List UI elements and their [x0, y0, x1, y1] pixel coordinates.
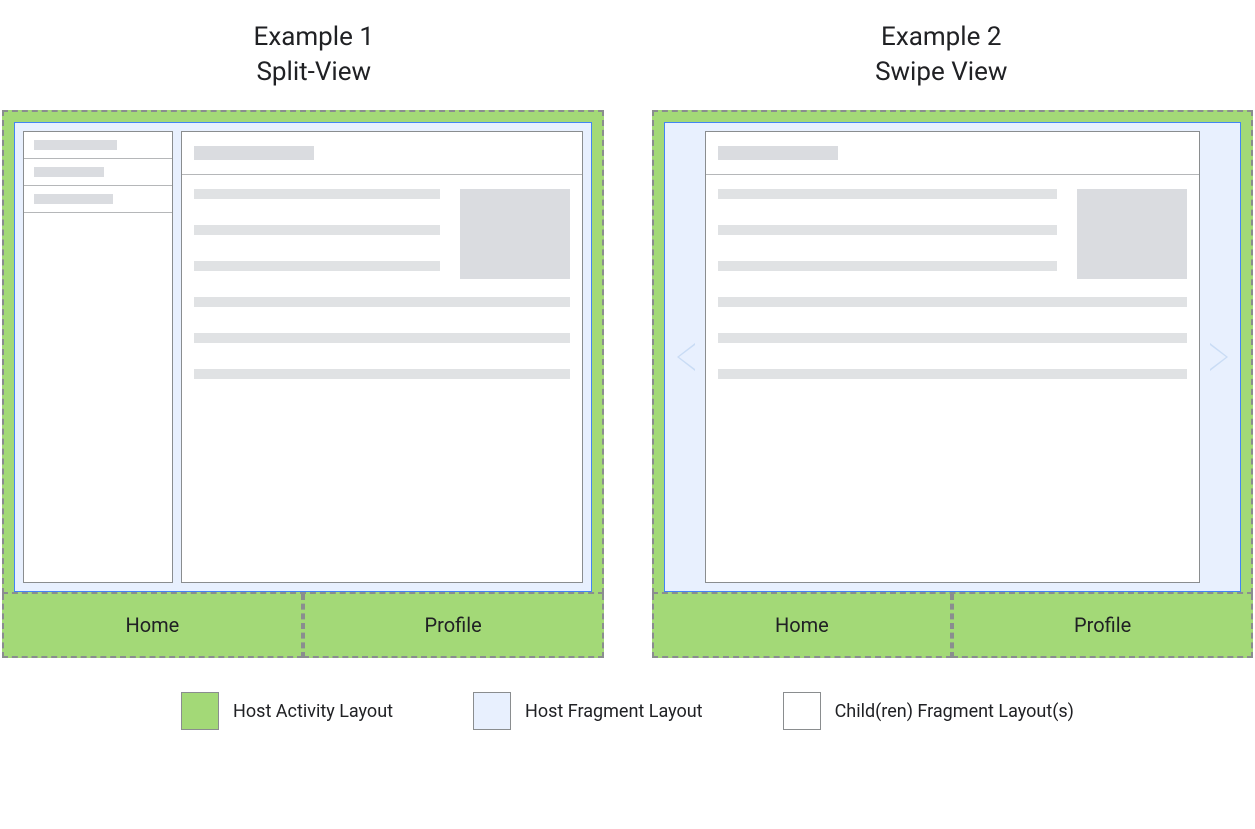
detail-header — [182, 132, 582, 175]
tab-home[interactable]: Home — [2, 594, 303, 658]
placeholder-bar — [34, 140, 117, 150]
host-fragment-layout — [14, 122, 592, 592]
example-1-title: Example 1 Split-View — [0, 20, 628, 90]
example-2-title: Example 2 Swipe View — [628, 20, 1255, 90]
child-fragment-page — [705, 131, 1201, 583]
placeholder-title — [194, 146, 314, 160]
child-fragment-detail — [181, 131, 583, 583]
tab-label: Profile — [425, 613, 482, 637]
placeholder-line — [718, 225, 1058, 235]
swatch-blue — [473, 692, 511, 730]
legend-child-fragment: Child(ren) Fragment Layout(s) — [783, 692, 1074, 730]
thumbnail-placeholder — [1077, 189, 1187, 279]
example-2-number: Example 2 — [628, 20, 1255, 55]
placeholder-line — [718, 261, 1058, 271]
placeholder-line — [718, 369, 1188, 379]
placeholder-title — [718, 146, 838, 160]
example-swipe-view: Home Profile — [652, 110, 1254, 658]
bottom-tabs: Home Profile — [652, 594, 1254, 658]
chevron-right-icon[interactable] — [1210, 343, 1228, 371]
example-1-subtitle: Split-View — [0, 55, 628, 90]
placeholder-line — [718, 333, 1188, 343]
tab-label: Profile — [1074, 613, 1131, 637]
placeholder-line — [194, 297, 570, 307]
tab-profile[interactable]: Profile — [952, 594, 1253, 658]
swatch-green — [181, 692, 219, 730]
legend-label: Child(ren) Fragment Layout(s) — [835, 701, 1074, 722]
tab-profile[interactable]: Profile — [303, 594, 604, 658]
placeholder-line — [194, 261, 440, 271]
legend-host-fragment: Host Fragment Layout — [473, 692, 703, 730]
host-fragment-layout — [664, 122, 1242, 592]
legend-label: Host Fragment Layout — [525, 701, 703, 722]
child-fragment-list — [23, 131, 173, 583]
host-activity-layout — [652, 110, 1254, 594]
list-item[interactable] — [24, 186, 172, 213]
list-item[interactable] — [24, 159, 172, 186]
tab-label: Home — [775, 613, 829, 637]
legend-label: Host Activity Layout — [233, 701, 393, 722]
tab-label: Home — [125, 613, 179, 637]
detail-header — [706, 132, 1200, 175]
placeholder-bar — [34, 167, 104, 177]
host-activity-layout — [2, 110, 604, 594]
placeholder-line — [194, 189, 440, 199]
placeholder-bar — [34, 194, 113, 204]
tab-home[interactable]: Home — [652, 594, 953, 658]
placeholder-line — [194, 333, 570, 343]
example-1-number: Example 1 — [0, 20, 628, 55]
list-item[interactable] — [24, 132, 172, 159]
detail-body — [706, 175, 1200, 419]
chevron-left-icon[interactable] — [677, 343, 695, 371]
placeholder-line — [718, 297, 1188, 307]
placeholder-line — [194, 225, 440, 235]
thumbnail-placeholder — [460, 189, 570, 279]
example-2-subtitle: Swipe View — [628, 55, 1255, 90]
titles-row: Example 1 Split-View Example 2 Swipe Vie… — [0, 0, 1255, 110]
example-split-view: Home Profile — [2, 110, 604, 658]
swatch-white — [783, 692, 821, 730]
placeholder-line — [718, 189, 1058, 199]
legend-host-activity: Host Activity Layout — [181, 692, 393, 730]
detail-body — [182, 175, 582, 419]
examples-row: Home Profile — [0, 110, 1255, 658]
bottom-tabs: Home Profile — [2, 594, 604, 658]
placeholder-line — [194, 369, 570, 379]
legend: Host Activity Layout Host Fragment Layou… — [0, 658, 1255, 730]
